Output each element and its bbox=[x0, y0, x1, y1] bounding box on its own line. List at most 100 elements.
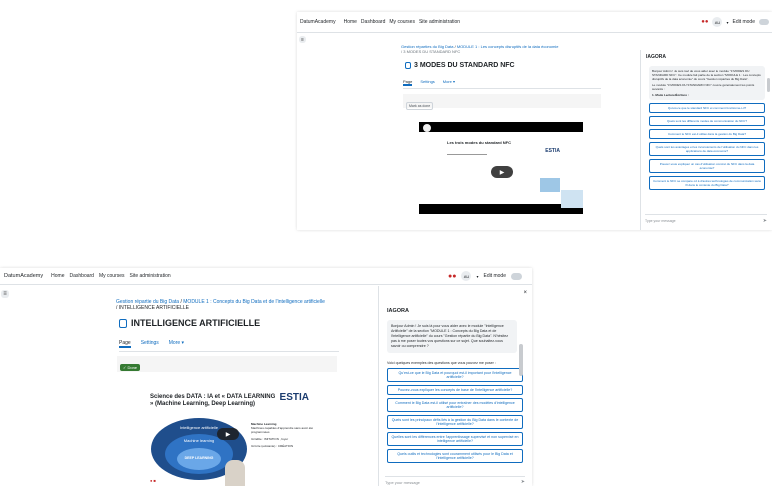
chat-examples: Voici quelques exemples des questions qu… bbox=[387, 361, 496, 365]
send-icon[interactable]: ➤ bbox=[763, 218, 767, 224]
tab-more-label: More bbox=[168, 340, 181, 346]
play-icon[interactable]: ▶ bbox=[217, 428, 239, 440]
primary-nav: Home Dashboard My courses Site administr… bbox=[51, 273, 171, 279]
breadcrumb-section[interactable]: MODULE 1 : Concepts du Big Data et de l'… bbox=[183, 299, 325, 305]
nav-dashboard[interactable]: Dashboard bbox=[69, 273, 93, 279]
drawer-toggle-button[interactable]: ≡ bbox=[299, 36, 306, 43]
edit-mode-toggle[interactable] bbox=[511, 272, 522, 280]
chat-intro: Bonjour Admin ! Je suis ravi de vous aid… bbox=[652, 69, 761, 81]
page-icon bbox=[405, 62, 411, 69]
mark-as-done-button[interactable]: Mark as done bbox=[406, 102, 434, 110]
brand-logo[interactable]: DatumAcademy bbox=[4, 273, 43, 279]
chat-intro-2: Le module "3 MODES DU STANDARD NFC" couv… bbox=[652, 83, 755, 91]
edit-mode-label: Edit mode bbox=[483, 273, 506, 279]
video-player[interactable]: Science des DATA : IA et « DATA LEARNING… bbox=[147, 388, 317, 486]
slide-title: Science des DATA : IA et « DATA LEARNING… bbox=[150, 394, 276, 407]
tab-settings[interactable]: Settings bbox=[141, 340, 159, 348]
brand-logo[interactable]: DatumAcademy bbox=[300, 19, 336, 25]
chat-input[interactable]: Type your message ➤ bbox=[645, 214, 767, 227]
chevron-down-icon[interactable]: ▾ bbox=[476, 274, 478, 279]
chat-intro: Bonjour Admin ! Je suis là pour vous aid… bbox=[391, 324, 509, 348]
nav-home[interactable]: Home bbox=[51, 273, 64, 279]
panel-title: IAGORA bbox=[646, 54, 666, 60]
notifications-icon[interactable]: ●● bbox=[701, 19, 708, 25]
ml-ellipse: Machine learning DEEP LEARNING bbox=[165, 434, 233, 474]
dl-ellipse: DEEP LEARNING bbox=[177, 448, 221, 470]
question-button[interactable]: Comment le Big Data est-il utilisé pour … bbox=[387, 398, 523, 412]
question-button[interactable]: Quelles sont les différences entre l'app… bbox=[387, 432, 523, 446]
nav-home[interactable]: Home bbox=[344, 19, 357, 25]
screenshot-ia-page: DatumAcademy Home Dashboard My courses S… bbox=[0, 268, 532, 486]
notifications-icon[interactable]: ●● bbox=[448, 273, 456, 280]
slide-logo: ESTIA bbox=[279, 392, 309, 403]
play-icon[interactable]: ▶ bbox=[491, 166, 513, 178]
secondary-tabs: Page Settings More ▾ bbox=[403, 79, 601, 89]
breadcrumb: Gestion répartie du Big Data / MODULE 1 … bbox=[116, 299, 325, 311]
done-button[interactable]: ✓ Done bbox=[120, 364, 141, 371]
tab-more-label: More bbox=[442, 79, 452, 84]
top-navbar: DatumAcademy Home Dashboard My courses S… bbox=[0, 268, 532, 285]
suggested-questions: Qu'est-ce que le standard NFC et comment… bbox=[649, 103, 765, 190]
edit-mode-label: Edit mode bbox=[732, 19, 755, 25]
drawer-toggle-button[interactable]: ≡ bbox=[1, 290, 9, 298]
nav-site-admin[interactable]: Site administration bbox=[130, 273, 171, 279]
suggested-questions: Qu'est-ce que le Big Data et pourquoi es… bbox=[387, 368, 523, 463]
question-button[interactable]: Quels sont les principaux défis liés à l… bbox=[387, 415, 523, 429]
question-button[interactable]: Pouvez-vous expliquer les concepts de ba… bbox=[387, 385, 523, 395]
edit-mode-toggle[interactable] bbox=[759, 19, 769, 25]
nav-my-courses[interactable]: My courses bbox=[389, 19, 415, 25]
tab-settings[interactable]: Settings bbox=[420, 79, 434, 86]
chat-message: Bonjour Admin ! Je suis ravi de vous aid… bbox=[649, 66, 765, 100]
nav-right: ●● AU ▾ Edit mode bbox=[701, 17, 769, 27]
dl-label: DEEP LEARNING bbox=[184, 456, 214, 460]
avatar[interactable]: AU bbox=[712, 17, 723, 27]
question-button[interactable]: Qu'est-ce que le standard NFC et comment… bbox=[649, 103, 765, 113]
top-navbar: DatumAcademy Home Dashboard My courses S… bbox=[297, 12, 772, 33]
channel-avatar[interactable] bbox=[423, 124, 431, 132]
chat-scrollbar[interactable] bbox=[519, 344, 523, 376]
tab-page[interactable]: Page bbox=[403, 79, 413, 86]
chevron-down-icon[interactable]: ▾ bbox=[726, 20, 728, 25]
presenter-thumbnail bbox=[540, 178, 560, 192]
chat-point: 1. Mode Lecture/Écriture : bbox=[652, 93, 689, 97]
breadcrumb-current: INTELLIGENCE ARTIFICIELLE bbox=[118, 305, 189, 311]
nav-site-admin[interactable]: Site administration bbox=[419, 19, 460, 25]
nav-my-courses[interactable]: My courses bbox=[99, 273, 125, 279]
avatar[interactable]: AU bbox=[461, 271, 472, 281]
nav-right: ●● AU ▾ Edit mode bbox=[448, 271, 522, 281]
question-button[interactable]: Comment le NFC est-il utilisé dans la ge… bbox=[649, 129, 765, 139]
tab-more[interactable]: More ▾ bbox=[169, 340, 184, 348]
question-button[interactable]: Quels sont les différents modes de commu… bbox=[649, 116, 765, 126]
tab-page[interactable]: Page bbox=[119, 340, 131, 348]
video-top-bar bbox=[419, 122, 583, 132]
slide-notes: Machine Learning Machines capables d'app… bbox=[251, 422, 313, 448]
slide-list bbox=[447, 154, 487, 175]
presenter-video bbox=[561, 190, 583, 208]
chat-scrollbar[interactable] bbox=[767, 78, 770, 92]
question-button[interactable]: Qu'est-ce que le Big Data et pourquoi es… bbox=[387, 368, 523, 382]
close-icon[interactable]: × bbox=[523, 290, 527, 296]
video-bottom-bar bbox=[419, 204, 583, 214]
nav-dashboard[interactable]: Dashboard bbox=[361, 19, 385, 25]
video-player[interactable]: Les trois modes du standard NFC ESTIA ▶ bbox=[419, 122, 583, 214]
breadcrumb-section[interactable]: MODULE 1 : Les concepts disruptifs de la… bbox=[457, 44, 559, 49]
iagora-chat-panel: IAGORA Bonjour Admin ! Je suis ravi de v… bbox=[640, 50, 772, 230]
chat-input-placeholder: Type your message bbox=[645, 219, 676, 223]
panel-title: IAGORA bbox=[387, 308, 409, 314]
slide-note: IA faible : IMITATION , foyer bbox=[251, 437, 289, 441]
question-button[interactable]: Quels sont les avantages et les inconvén… bbox=[649, 142, 765, 156]
secondary-tabs: Page Settings More ▾ bbox=[119, 340, 339, 352]
question-button[interactable]: Pouvez-vous expliquer un cas d'utilisati… bbox=[649, 159, 765, 173]
chat-message: Bonjour Admin ! Je suis là pour vous aid… bbox=[387, 320, 517, 353]
send-icon[interactable]: ➤ bbox=[521, 479, 525, 485]
tab-more[interactable]: More ▾ bbox=[443, 79, 455, 86]
question-button[interactable]: Quels outils et technologies sont couram… bbox=[387, 449, 523, 463]
breadcrumb: Gestion réparties du Big Data / MODULE 1… bbox=[401, 44, 559, 54]
page-title: INTELLIGENCE ARTIFICIELLE bbox=[119, 318, 260, 328]
page-title-text: INTELLIGENCE ARTIFICIELLE bbox=[131, 318, 261, 328]
question-button[interactable]: Comment le NFC se compare-t-il à d'autre… bbox=[649, 176, 765, 190]
chat-input[interactable]: Type your message ➤ bbox=[385, 476, 525, 486]
screenshot-nfc-page: DatumAcademy Home Dashboard My courses S… bbox=[297, 12, 772, 230]
activity-header: Mark as done bbox=[403, 94, 601, 110]
slide-title: Les trois modes du standard NFC bbox=[447, 140, 512, 145]
